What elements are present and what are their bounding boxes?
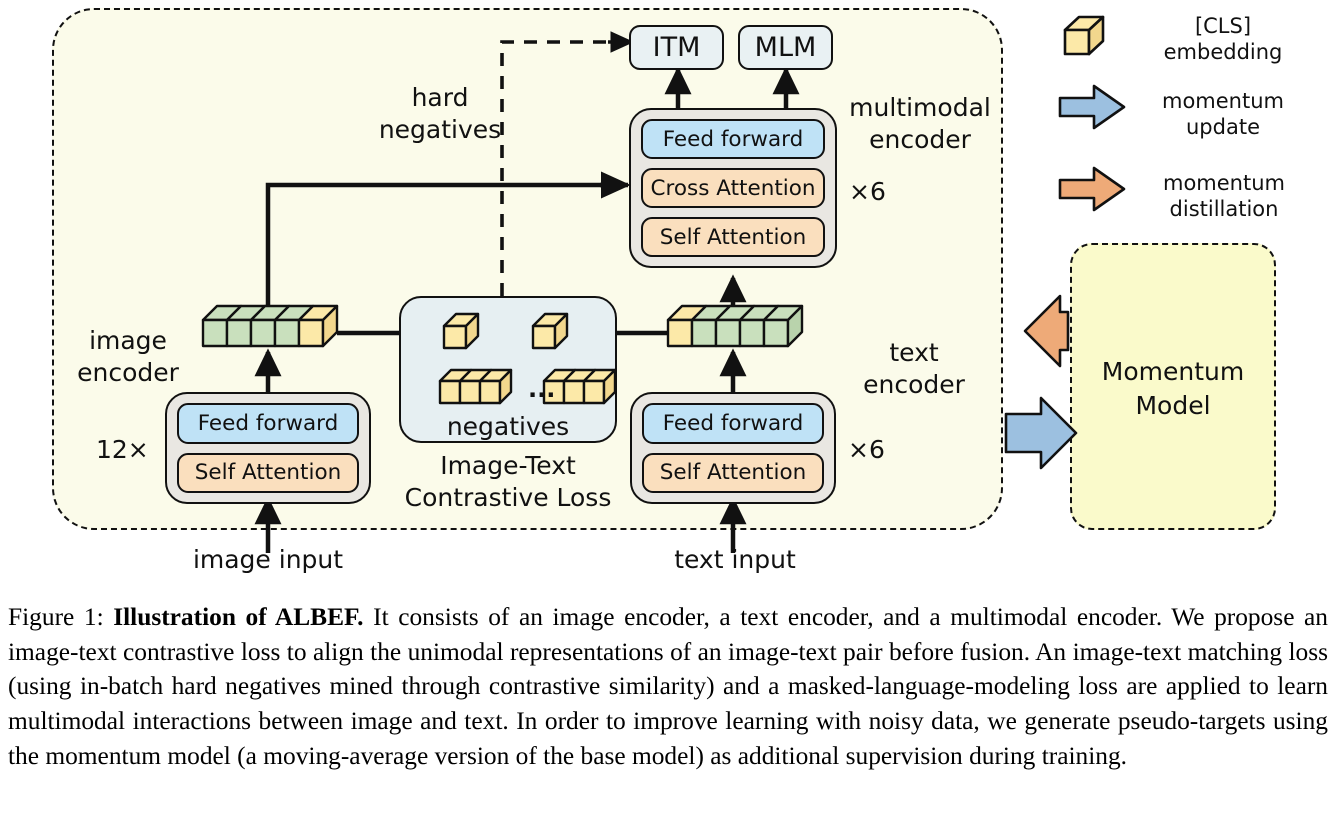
legend-label-momentum-distillation: momentum distillation [1163, 171, 1285, 222]
multimodal-feed-forward-layer[interactable]: Feed forward [641, 119, 825, 159]
multimodal-encoder-title: multimodal encoder [849, 93, 991, 154]
itc-caption: Image-Text Contrastive Loss [404, 451, 612, 512]
text-input-label: text input [674, 545, 796, 574]
legend-label-momentum-update: momentum update [1162, 89, 1284, 140]
caption-bold-title: Illustration of ALBEF. [113, 603, 364, 631]
text-feed-forward-layer[interactable]: Feed forward [642, 403, 824, 444]
figure-caption: Figure 1: Illustration of ALBEF. It cons… [8, 600, 1328, 773]
arrow-right-orange-icon-legend [1058, 166, 1126, 212]
image-input-label: image input [192, 545, 344, 574]
mlm-head-box[interactable]: MLM [738, 25, 833, 70]
mlm-label: MLM [754, 32, 817, 63]
negatives-ellipsis: ... [528, 375, 556, 403]
path-hard-negatives [500, 40, 620, 296]
image-encoder-title: image encoder [77, 326, 179, 387]
multimodal-encoder-block[interactable]: Feed forward Cross Attention Self Attent… [629, 108, 837, 268]
multimodal-cross-attention-layer[interactable]: Cross Attention [641, 168, 825, 208]
cube-icon-positive-image [442, 312, 480, 350]
image-encoder-repeat: 12× [96, 435, 149, 464]
figure-stage: Momentum Model ITM MLM Feed forward Cros… [0, 0, 1333, 813]
image-encoder-block[interactable]: Feed forward Self Attention [165, 392, 371, 504]
multimodal-self-attention-layer[interactable]: Self Attention [641, 217, 825, 257]
text-self-attention-layer[interactable]: Self Attention [642, 452, 824, 493]
arrow-right-blue-icon-legend [1058, 84, 1126, 130]
arrow-right-orange-icon-main [1023, 294, 1070, 368]
cube-group-negatives-left [438, 368, 513, 405]
negatives-label: negatives [446, 412, 570, 441]
legend-label-cls-embedding: [CLS] embedding [1163, 14, 1283, 65]
hard-negatives-label: hard negatives [378, 83, 502, 144]
text-encoder-repeat: ×6 [848, 435, 885, 464]
cube-icon-positive-text [531, 312, 569, 350]
itm-label: ITM [652, 32, 701, 63]
multimodal-encoder-repeat: ×6 [849, 177, 886, 206]
text-token-strip [666, 304, 804, 348]
caption-figure-number: Figure 1: [8, 603, 104, 631]
image-self-attention-layer[interactable]: Self Attention [177, 452, 359, 493]
text-encoder-block[interactable]: Feed forward Self Attention [630, 392, 836, 504]
itm-head-box[interactable]: ITM [629, 25, 724, 70]
arrow-right-blue-icon-main [1004, 396, 1078, 470]
cube-icon-legend [1063, 15, 1105, 56]
text-encoder-title: text encoder [863, 338, 965, 399]
image-feed-forward-layer[interactable]: Feed forward [177, 403, 359, 444]
image-token-strip [201, 304, 339, 348]
